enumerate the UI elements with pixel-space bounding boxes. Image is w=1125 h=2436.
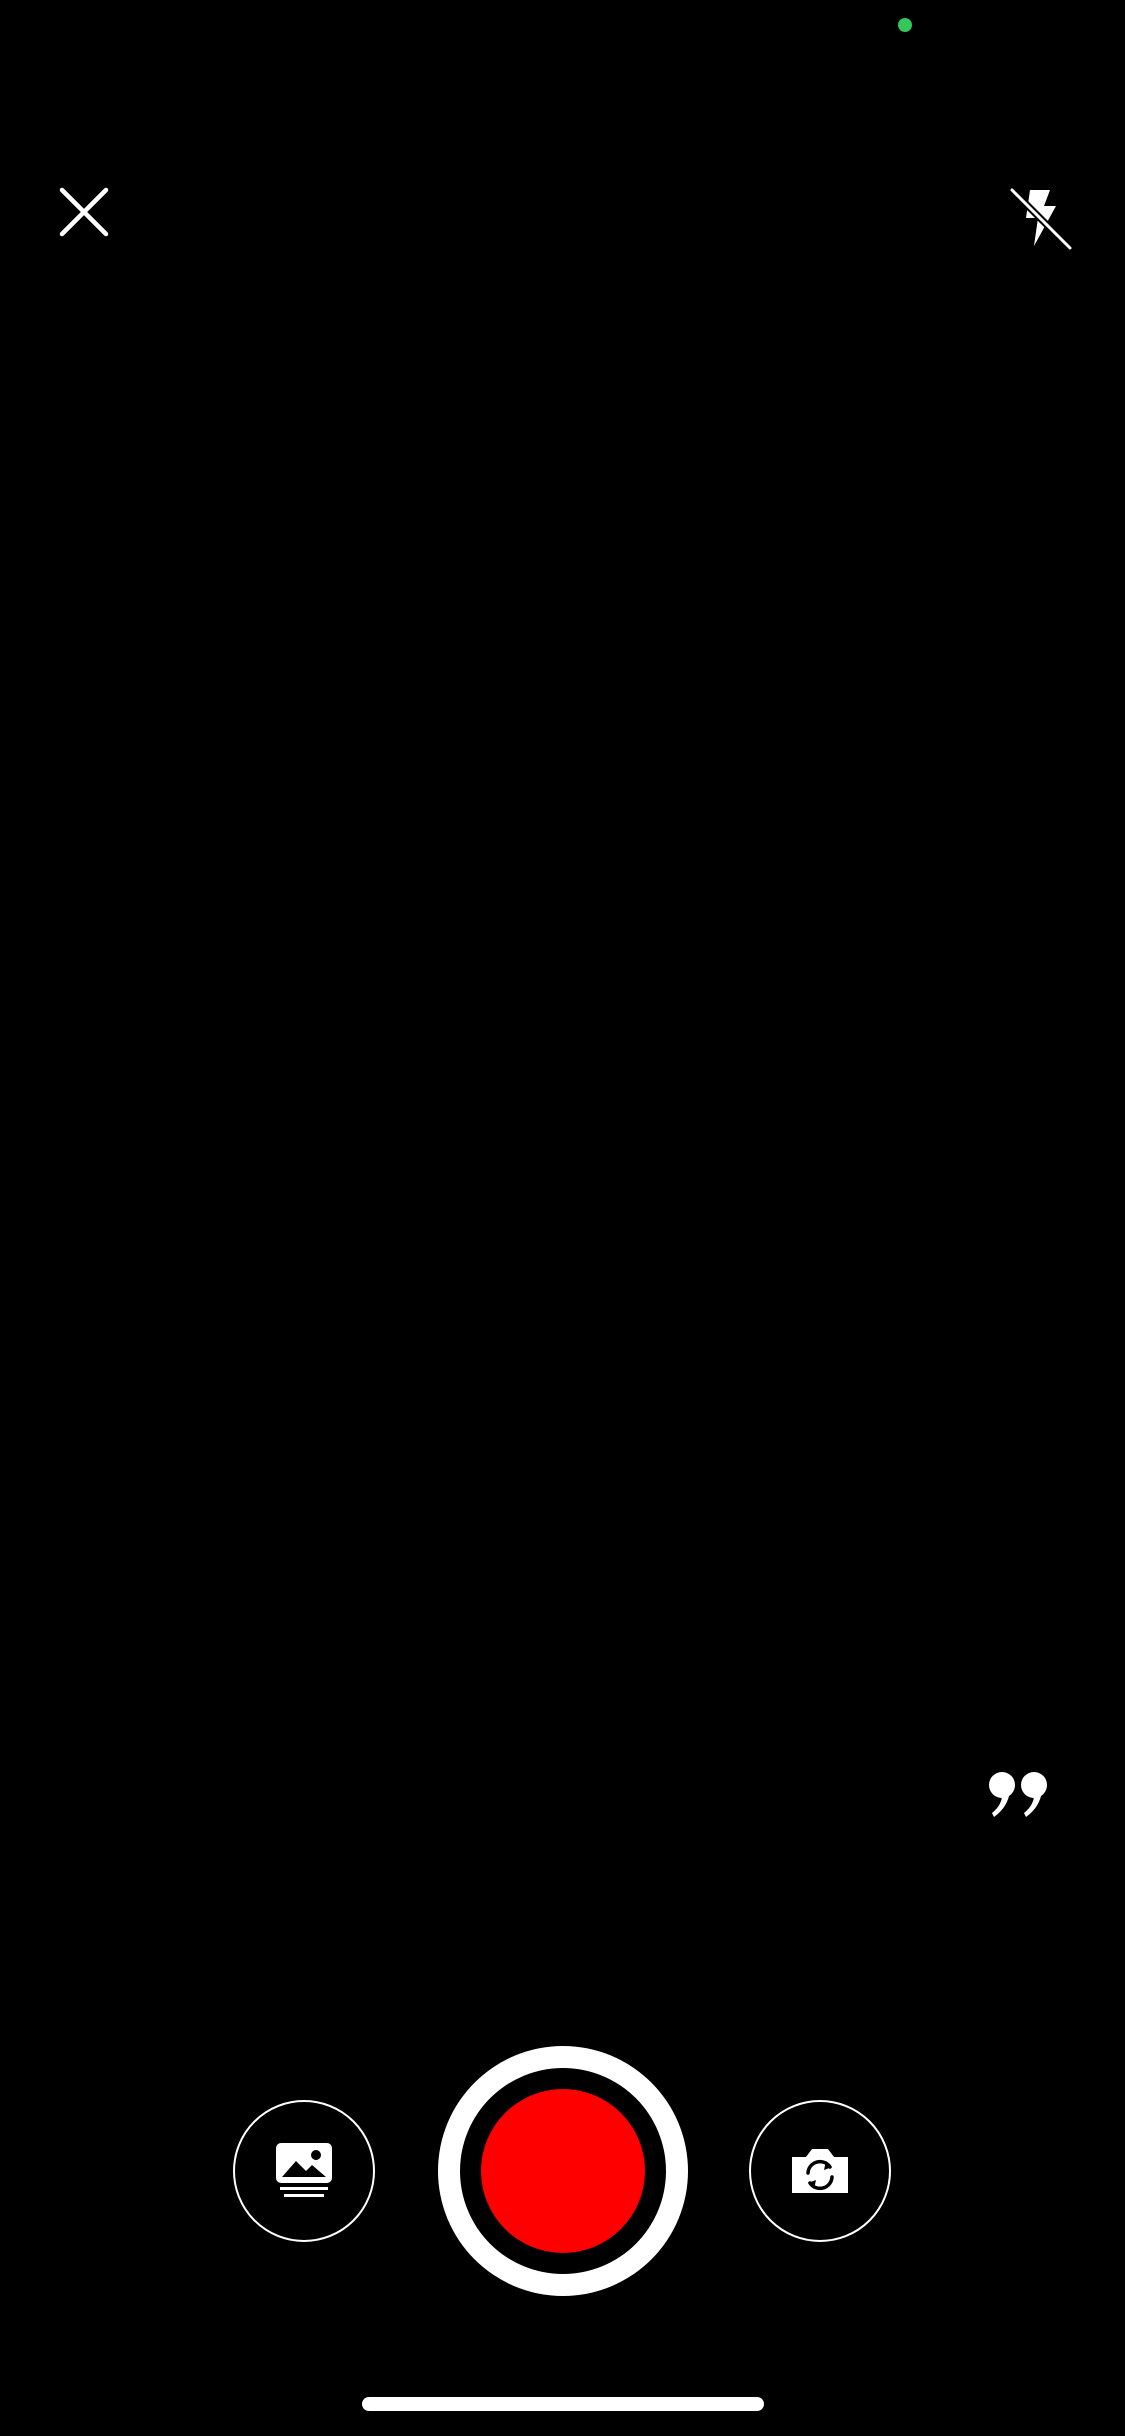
flip-camera-button[interactable]	[749, 2100, 891, 2242]
camera-in-use-indicator	[898, 18, 912, 32]
record-button[interactable]	[438, 2046, 688, 2296]
record-button-ring	[460, 2068, 666, 2274]
flash-toggle-button[interactable]	[1000, 178, 1080, 258]
gallery-icon	[276, 2143, 332, 2197]
gallery-button[interactable]	[233, 2100, 375, 2242]
home-indicator[interactable]	[362, 2397, 764, 2411]
close-icon	[59, 187, 109, 237]
close-button[interactable]	[48, 176, 120, 248]
quote-icon	[989, 1772, 1047, 1817]
flip-camera-icon	[792, 2149, 848, 2193]
flash-off-icon	[1009, 187, 1073, 251]
camera-screen: { "colors": { "background": "#000000", "…	[0, 0, 1125, 2436]
record-icon	[481, 2089, 645, 2253]
quote-button[interactable]	[980, 1760, 1060, 1830]
